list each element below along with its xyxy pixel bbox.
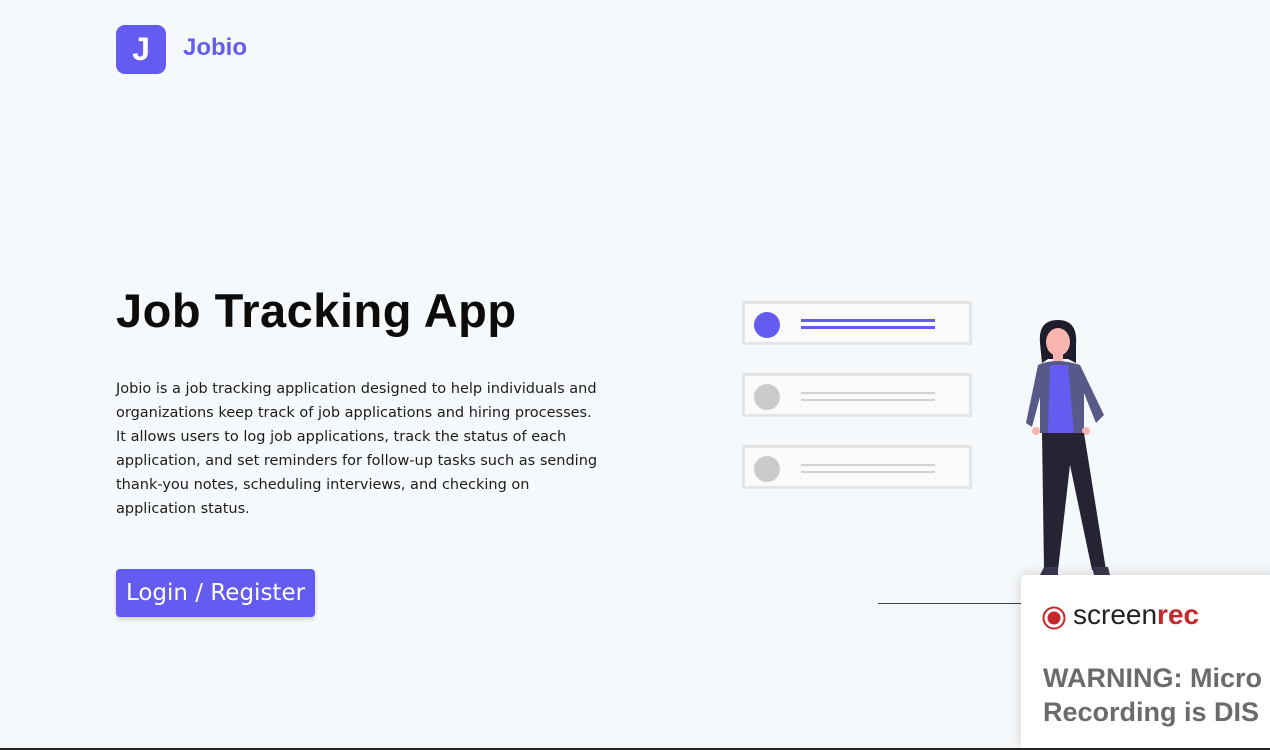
page-title: Job Tracking App [116,284,517,337]
illustration-card [742,445,972,489]
illustration-card-active [742,301,972,345]
card-line [801,464,935,466]
card-line [801,399,935,401]
brand-name[interactable]: Jobio [183,34,247,62]
woman-illustration [1026,320,1110,575]
card-line [801,392,935,394]
warning-line-1: WARNING: Micro [1043,663,1262,693]
warning-line-2: Recording is DIS [1043,697,1260,727]
app-description: Jobio is a job tracking application desi… [116,381,598,517]
record-icon [1042,606,1066,630]
logo-icon[interactable]: J [116,25,166,74]
card-line [801,471,935,473]
ground-line [878,603,1023,604]
screenrec-brand: screenrec [1073,599,1199,631]
card-line [801,319,935,322]
screenrec-overlay[interactable]: screenrec WARNING: Micro Recording is DI… [1021,575,1270,750]
screenrec-brand-suffix: rec [1157,599,1200,630]
card-line [801,326,935,329]
card-dot [754,312,780,338]
screenrec-brand-prefix: screen [1073,599,1158,630]
login-register-button[interactable]: Login / Register [116,569,315,617]
card-dot [754,456,780,482]
illustration-card [742,373,972,417]
screenrec-warning: WARNING: Micro Recording is DIS [1043,661,1270,729]
card-dot [754,384,780,410]
